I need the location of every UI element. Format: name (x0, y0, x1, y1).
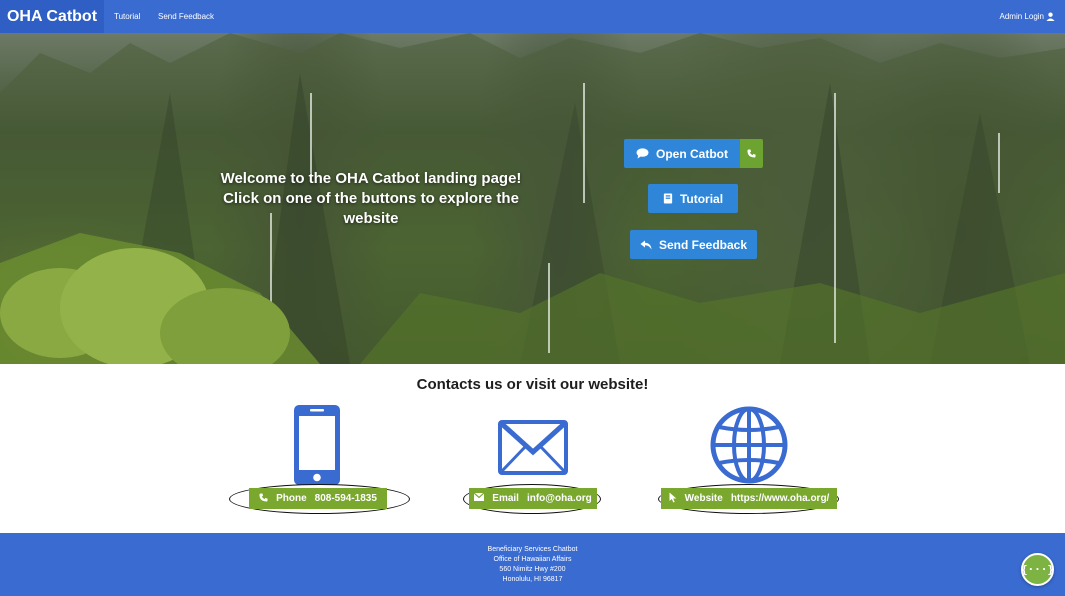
phone-icon (747, 149, 756, 158)
phone-contact-link[interactable]: Phone 808-594-1835 (249, 488, 387, 509)
contacts-title: Contacts us or visit our website! (416, 376, 649, 393)
admin-login-label: Admin Login (999, 12, 1044, 21)
phone-label: Phone (276, 493, 307, 504)
book-icon (663, 193, 673, 204)
nav-send-feedback-link[interactable]: Send Feedback (158, 0, 214, 33)
send-feedback-label: Send Feedback (658, 237, 748, 252)
hero-banner: Welcome to the OHA Catbot landing page! … (0, 33, 1065, 364)
tutorial-label: Tutorial (679, 191, 724, 206)
pointer-icon (669, 492, 677, 506)
welcome-line: Click on one of the buttons to explore t… (223, 190, 519, 207)
envelope-icon (498, 420, 568, 480)
chat-bubble-icon (636, 148, 649, 159)
smartphone-icon (293, 404, 341, 491)
email-address: info@oha.org (526, 493, 592, 504)
envelope-small-icon (473, 492, 485, 504)
footer-line: Honolulu, HI 96817 (502, 576, 563, 583)
nav-tutorial-link[interactable]: Tutorial (114, 0, 140, 33)
welcome-message: Welcome to the OHA Catbot landing page! … (200, 169, 542, 229)
email-contact-link[interactable]: Email info@oha.org (469, 488, 597, 509)
footer-line: 560 Nimitz Hwy #200 (499, 566, 566, 573)
footer-line: Office of Hawaiian Affairs (493, 556, 572, 563)
phone-icon (259, 492, 268, 505)
brand-logo-link[interactable]: OHA Catbot (0, 0, 104, 33)
footer: Beneficiary Services Chatbot Office of H… (0, 533, 1065, 596)
open-catbot-label: Open Catbot (656, 146, 728, 161)
email-label: Email (492, 493, 519, 504)
chatbot-launcher-button[interactable]: {···} (1021, 553, 1054, 586)
reply-arrow-icon (640, 240, 652, 250)
call-button[interactable] (740, 139, 763, 168)
tutorial-button[interactable]: Tutorial (648, 184, 738, 213)
website-contact-link[interactable]: Website https://www.oha.org/ (661, 488, 837, 509)
welcome-line: Welcome to the OHA Catbot landing page! (220, 170, 522, 187)
website-url: https://www.oha.org/ (730, 493, 830, 504)
admin-login-link[interactable]: Admin Login (1000, 0, 1055, 33)
open-catbot-button[interactable]: Open Catbot (624, 139, 740, 168)
user-icon (1046, 12, 1055, 21)
phone-number: 808-594-1835 (314, 493, 377, 504)
send-feedback-button[interactable]: Send Feedback (630, 230, 757, 259)
welcome-line: website (343, 210, 399, 227)
top-navbar: OHA Catbot Tutorial Send Feedback Admin … (0, 0, 1065, 33)
footer-line: Beneficiary Services Chatbot (487, 546, 578, 553)
globe-icon (710, 406, 788, 489)
website-label: Website (684, 493, 723, 504)
